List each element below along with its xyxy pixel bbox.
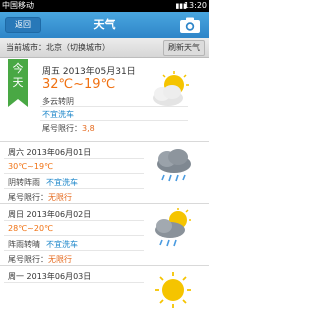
status-bar: 中国移动 ▮▮▮ 13:20: [0, 0, 209, 12]
plate-restriction-label: 尾号限行：: [8, 193, 48, 202]
divider: [4, 220, 144, 221]
divider: [4, 250, 144, 251]
forecast-plate-restriction: 尾号限行：无限行: [8, 254, 72, 265]
clock: 13:20: [183, 1, 207, 10]
forecast-date: 周日 2013年06月02日: [8, 210, 92, 219]
today-car-wash: 不宜洗车: [42, 110, 74, 119]
today-temperature: 32℃~19℃: [42, 77, 116, 92]
plate-restriction-value: 3,8: [82, 124, 95, 133]
sunny-icon: [155, 272, 191, 308]
plate-restriction-label: 尾号限行：: [8, 255, 48, 264]
forecast-car-wash: 不宜洗车: [46, 240, 78, 249]
refresh-weather-button[interactable]: 刷新天气: [163, 40, 205, 56]
today-date: 周五 2013年05月31日: [42, 67, 136, 77]
today-badge-label: 今天: [12, 62, 24, 89]
partly-cloudy-icon: [153, 71, 189, 106]
cloud-rain-icon: [157, 149, 191, 182]
nav-bar: 返回 天气: [0, 12, 209, 38]
forecast-date: 周一 2013年06月03日: [8, 272, 92, 281]
divider: [40, 120, 188, 121]
divider: [4, 188, 144, 189]
forecast-condition-row: 阴转阵雨 不宜洗车: [8, 177, 78, 188]
sun-cloud-rain-icon: [155, 208, 191, 247]
forecast-condition-row: 阵雨转晴 不宜洗车: [8, 239, 78, 250]
today-plate-restriction: 尾号限行：3,8: [42, 123, 95, 134]
forecast-temperature: 30℃~19℃: [8, 162, 54, 171]
forecast-plate-restriction: 尾号限行：无限行: [8, 192, 72, 203]
camera-icon[interactable]: [179, 16, 201, 34]
divider: [4, 282, 144, 283]
plate-restriction-value: 无限行: [48, 255, 72, 264]
forecast-day-card: 周六 2013年06月01日 30℃~19℃ 阴转阵雨 不宜洗车 尾号限行：无限行: [0, 142, 209, 204]
city-bar: 当前城市：北京（切换城市） 刷新天气: [0, 38, 209, 58]
today-badge: 今天: [8, 59, 28, 107]
back-button[interactable]: 返回: [5, 17, 41, 33]
forecast-temperature: 28℃~20℃: [8, 224, 54, 233]
forecast-day-card: 周日 2013年06月02日 28℃~20℃ 阵雨转晴 不宜洗车 尾号限行：无限行: [0, 204, 209, 266]
current-city-switch[interactable]: 当前城市：北京（切换城市）: [6, 38, 110, 58]
forecast-day-card: 周一 2013年06月03日: [0, 266, 209, 313]
plate-restriction-label: 尾号限行：: [42, 124, 82, 133]
forecast-condition: 阵雨转晴: [8, 240, 40, 249]
forecast-car-wash: 不宜洗车: [46, 178, 78, 187]
forecast-date: 周六 2013年06月01日: [8, 148, 92, 157]
carrier-name: 中国移动: [2, 1, 34, 10]
plate-restriction-value: 无限行: [48, 193, 72, 202]
divider: [4, 173, 144, 174]
divider: [4, 158, 144, 159]
today-weather-card: 今天 周五 2013年05月31日 32℃~19℃ 多云转阴 不宜洗车 尾号限行…: [0, 59, 209, 142]
divider: [4, 235, 144, 236]
forecast-condition: 阴转阵雨: [8, 178, 40, 187]
